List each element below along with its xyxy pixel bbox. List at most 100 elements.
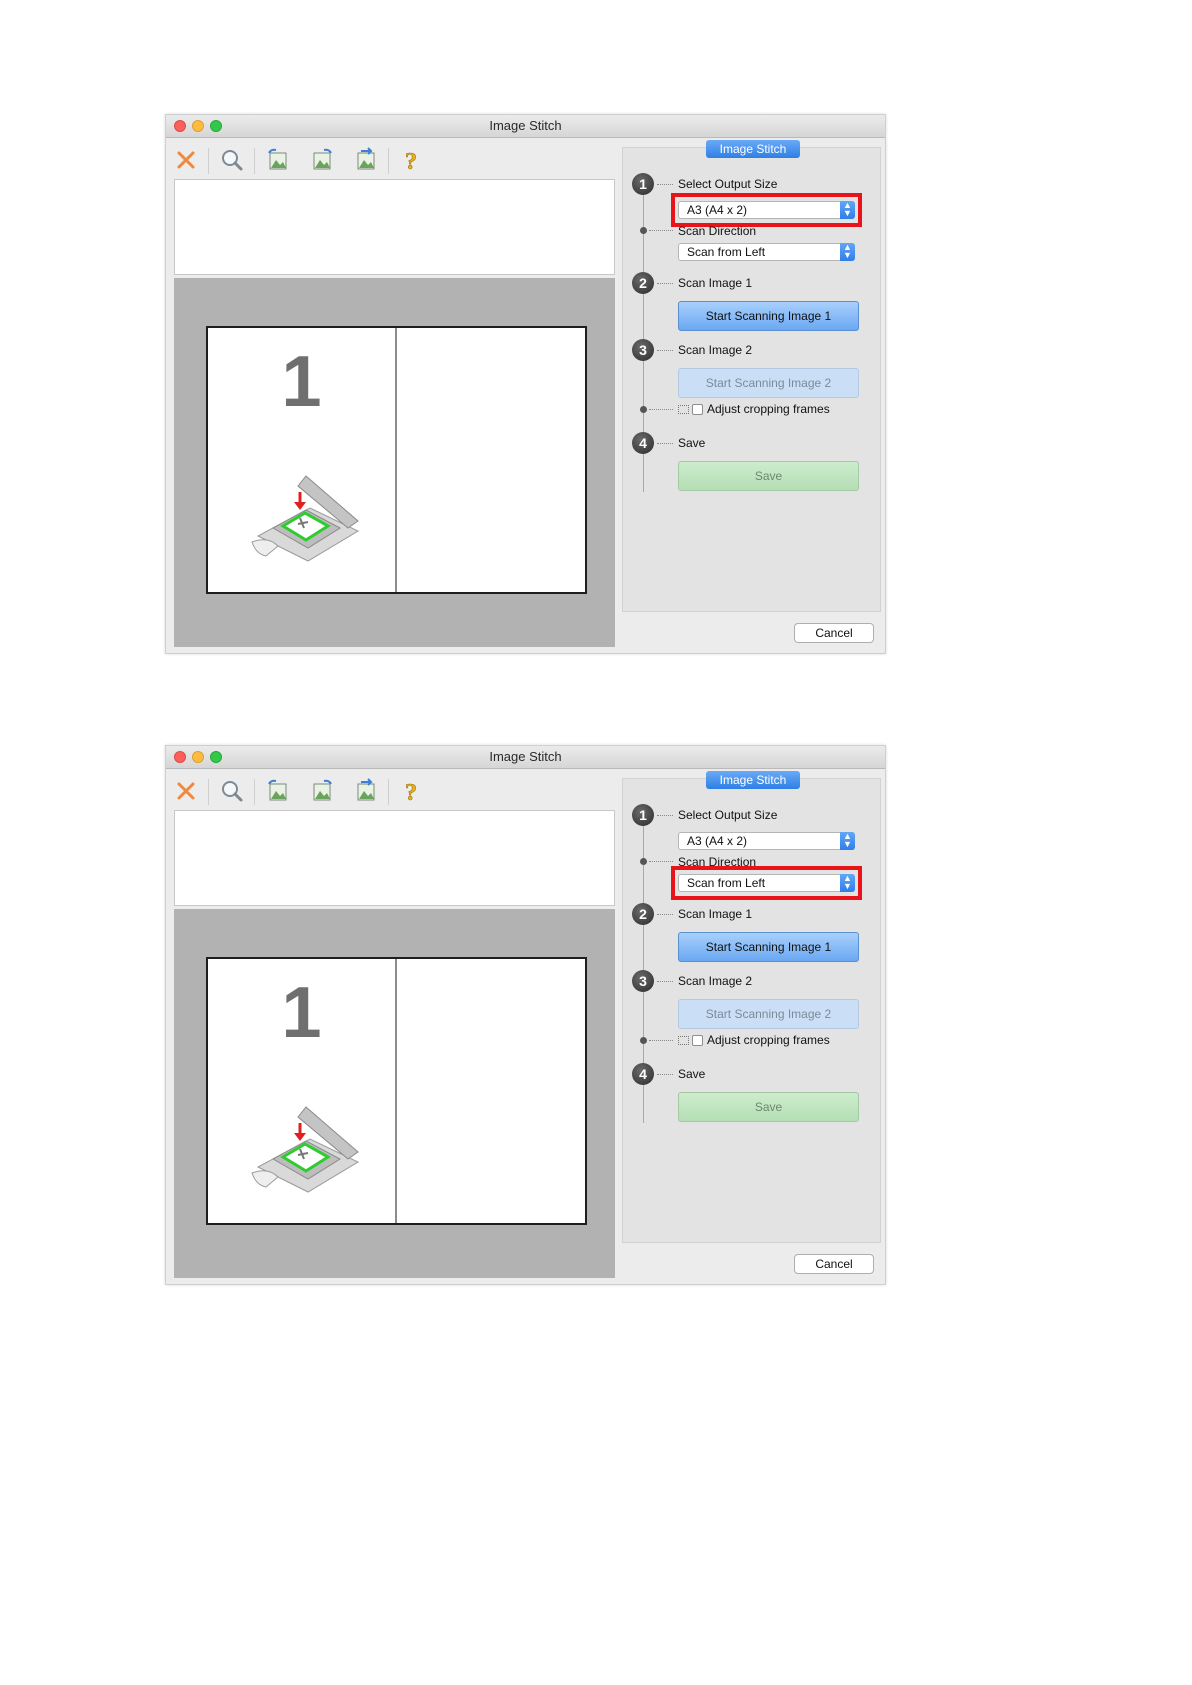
toolbar-divider (388, 779, 389, 805)
zoom-icon (222, 781, 243, 802)
output-size-value: A3 (A4 x 2) (687, 203, 748, 217)
rotate-left-button[interactable] (262, 775, 294, 807)
rotate-right-icon (313, 779, 332, 801)
preview-page: 1 (206, 326, 587, 594)
page-divider (395, 959, 397, 1223)
step-2-icon: 2 (632, 272, 654, 294)
adjust-cropping-label: Adjust cropping frames (707, 1033, 830, 1047)
rotate-right-button[interactable] (306, 144, 338, 176)
crop-frame-icon (678, 405, 689, 415)
step-2-icon: 2 (632, 903, 654, 925)
start-scanning-image-2-button[interactable]: Start Scanning Image 2 (678, 999, 859, 1029)
scan-direction-select[interactable]: Scan from Left ▲ ▼ (678, 243, 855, 261)
title-bar[interactable]: Image Stitch (166, 746, 885, 769)
sub-step-dot (640, 858, 647, 865)
close-icon (177, 151, 195, 169)
step-leader (657, 443, 673, 444)
toolbar-divider (254, 148, 255, 174)
adjust-cropping-row[interactable]: Adjust cropping frames (678, 1033, 830, 1047)
remove-button[interactable] (170, 775, 202, 807)
output-size-value: A3 (A4 x 2) (687, 834, 748, 848)
output-size-select[interactable]: A3 (A4 x 2) ▲ ▼ (678, 201, 855, 219)
remove-button[interactable] (170, 144, 202, 176)
step-3-label: Scan Image 2 (678, 974, 753, 988)
stepper-arrows-icon: ▲ ▼ (840, 201, 855, 219)
step-2-label: Scan Image 1 (678, 276, 753, 290)
step-1-icon: 1 (632, 804, 654, 826)
help-button[interactable]: ? (396, 144, 428, 176)
step-1-label: Select Output Size (678, 808, 778, 822)
step-4-icon: 4 (632, 432, 654, 454)
adjust-cropping-checkbox[interactable] (692, 1035, 703, 1047)
step-4-label: Save (678, 436, 706, 450)
image-1-placeholder-number: 1 (281, 342, 322, 422)
zoom-icon (222, 150, 243, 171)
panel-tab-image-stitch: Image Stitch (706, 140, 800, 158)
image-stitch-window-2: Image Stitch ? 1 Image Stitch 1 Select O… (165, 745, 886, 1285)
help-icon: ? (405, 780, 418, 804)
step-leader (657, 283, 673, 284)
output-size-select[interactable]: A3 (A4 x 2) ▲ ▼ (678, 832, 855, 850)
close-icon (177, 782, 195, 800)
window-title: Image Stitch (489, 749, 562, 764)
scan-direction-value: Scan from Left (687, 245, 766, 259)
step-2-label: Scan Image 1 (678, 907, 753, 921)
stepper-arrows-icon: ▲ ▼ (840, 874, 855, 892)
scan-direction-label: Scan Direction (678, 224, 757, 238)
start-scanning-image-1-button[interactable]: Start Scanning Image 1 (678, 301, 859, 331)
image-1-placeholder-number: 1 (281, 973, 322, 1053)
zoom-button[interactable] (216, 775, 248, 807)
stepper-arrows-icon: ▲ ▼ (840, 832, 855, 850)
scanner-illustration-icon (251, 475, 360, 562)
steps-panel: Image Stitch 1 Select Output Size A3 (A4… (622, 771, 881, 1243)
rotate-left-icon (268, 779, 287, 801)
steps-panel: Image Stitch 1 Select Output Size A3 (A4… (622, 140, 881, 612)
cancel-button[interactable]: Cancel (794, 623, 874, 643)
cancel-button[interactable]: Cancel (794, 1254, 874, 1274)
rotate-left-button[interactable] (262, 144, 294, 176)
zoom-button[interactable] (216, 144, 248, 176)
rotate-right-button[interactable] (306, 775, 338, 807)
step-3-icon: 3 (632, 339, 654, 361)
stepper-arrows-icon: ▲ ▼ (840, 243, 855, 261)
step-leader (649, 861, 673, 862)
window-title: Image Stitch (489, 118, 562, 133)
rotate-right-icon (313, 148, 332, 170)
thumbnail-area (174, 810, 615, 906)
swap-images-icon (357, 147, 375, 170)
step-leader (657, 981, 673, 982)
step-1-label: Select Output Size (678, 177, 778, 191)
step-4-label: Save (678, 1067, 706, 1081)
scanner-illustration-icon (251, 1106, 360, 1193)
preview-area: 1 (174, 278, 615, 647)
help-icon: ? (405, 149, 418, 173)
swap-images-button[interactable] (350, 144, 382, 176)
start-scanning-image-2-button[interactable]: Start Scanning Image 2 (678, 368, 859, 398)
toolbar-divider (208, 779, 209, 805)
swap-images-button[interactable] (350, 775, 382, 807)
save-button[interactable]: Save (678, 461, 859, 491)
step-1-icon: 1 (632, 173, 654, 195)
svg-text:?: ? (405, 780, 417, 804)
panel-tab-image-stitch: Image Stitch (706, 771, 800, 789)
start-scanning-image-1-button[interactable]: Start Scanning Image 1 (678, 932, 859, 962)
sub-step-dot (640, 1037, 647, 1044)
help-button[interactable]: ? (396, 775, 428, 807)
toolbar-divider (254, 779, 255, 805)
rotate-left-icon (268, 148, 287, 170)
scan-direction-select[interactable]: Scan from Left ▲ ▼ (678, 874, 855, 892)
step-4-icon: 4 (632, 1063, 654, 1085)
step-leader (657, 350, 673, 351)
save-button[interactable]: Save (678, 1092, 859, 1122)
adjust-cropping-checkbox[interactable] (692, 404, 703, 416)
sub-step-dot (640, 227, 647, 234)
preview-page: 1 (206, 957, 587, 1225)
step-leader (649, 409, 673, 410)
crop-frame-icon (678, 1036, 689, 1046)
adjust-cropping-row[interactable]: Adjust cropping frames (678, 402, 830, 416)
page-divider (395, 328, 397, 592)
toolbar-divider (388, 148, 389, 174)
title-bar[interactable]: Image Stitch (166, 115, 885, 138)
step-leader (649, 230, 673, 231)
step-leader (649, 1040, 673, 1041)
